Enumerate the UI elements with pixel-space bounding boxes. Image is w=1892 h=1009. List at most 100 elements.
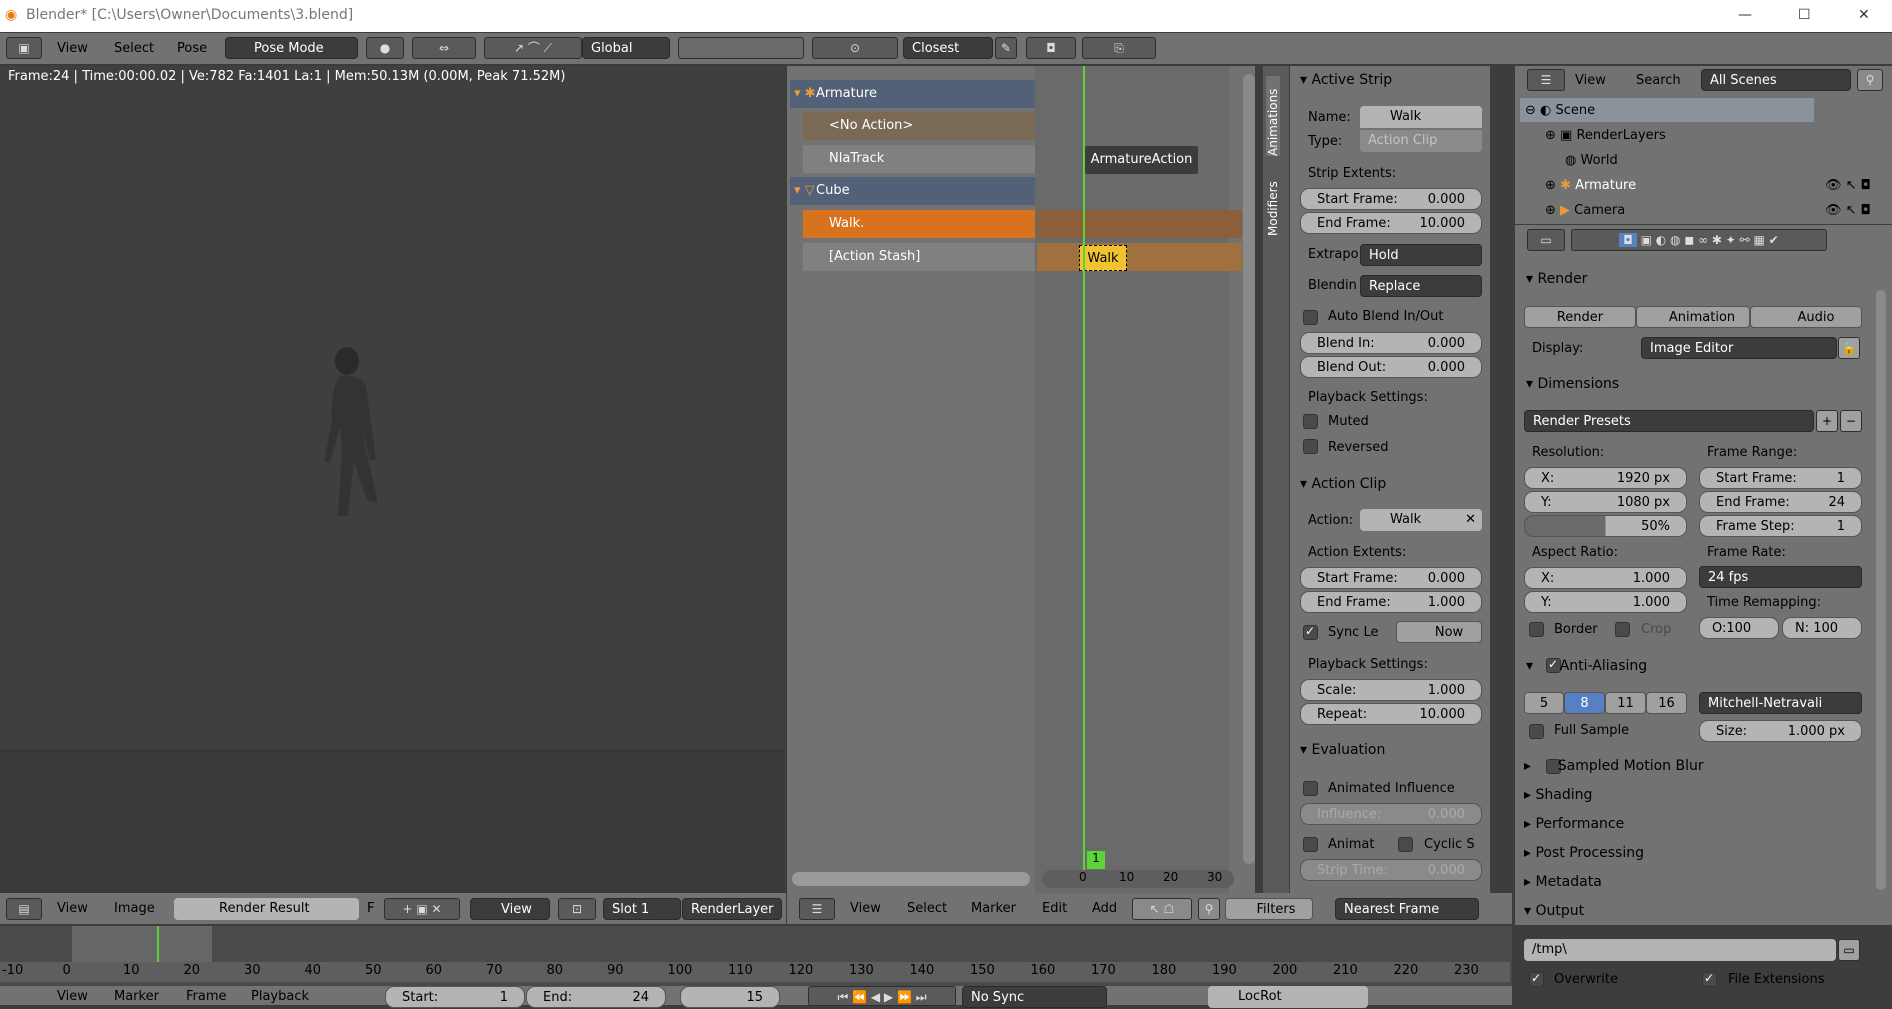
resolution-y-field[interactable]: Y: 1080 px [1524, 491, 1687, 513]
time-new-field[interactable]: N: 100 [1782, 617, 1862, 639]
snap-mode-select[interactable]: Nearest Frame [1335, 898, 1479, 920]
resolution-percentage-slider[interactable]: 50% [1524, 515, 1687, 537]
frame-rate-select[interactable]: 24 fps [1699, 566, 1862, 588]
renderlayers-item[interactable]: ⊕ ▣ RenderLayers [1545, 125, 1666, 147]
menu-marker[interactable]: Marker [114, 986, 159, 1008]
render-presets-select[interactable]: Render Presets [1524, 410, 1814, 432]
3d-viewport[interactable]: Frame:24 | Time:00:00.02 | Ve:782 Fa:140… [0, 66, 784, 749]
close-button[interactable]: ✕ [1858, 0, 1870, 30]
aa-samples-16[interactable]: 16 [1646, 692, 1687, 714]
audio-button[interactable]: Audio [1750, 306, 1862, 328]
post-processing-header[interactable]: ▸ Post Processing [1524, 842, 1864, 864]
animated-influence-checkbox[interactable] [1303, 781, 1318, 796]
image-editor[interactable] [0, 749, 784, 893]
menu-pose[interactable]: Pose [177, 38, 207, 60]
display-mode-select[interactable]: All Scenes [1701, 69, 1851, 91]
mode-select[interactable]: Pose Mode [225, 37, 358, 59]
tab-modifiers[interactable]: Modifiers [1266, 166, 1280, 236]
remove-preset-icon[interactable]: − [1840, 410, 1862, 432]
end-frame-field[interactable]: End Frame: 10.000 [1300, 212, 1482, 234]
blend-out-field[interactable]: Blend Out: 0.000 [1300, 356, 1482, 378]
render-layer-select[interactable]: RenderLayer [682, 898, 782, 920]
nla-scrollbar[interactable] [1243, 74, 1255, 864]
manipulator-icon[interactable]: ↗ ⌒ ⟋ [484, 37, 582, 59]
border-checkbox[interactable] [1529, 622, 1544, 637]
blend-in-field[interactable]: Blend In: 0.000 [1300, 332, 1482, 354]
end-field[interactable]: End: 24 [526, 986, 666, 1008]
properties-scrollbar[interactable] [1876, 290, 1886, 890]
evaluation-header[interactable]: ▾ Evaluation [1300, 739, 1385, 761]
image-name-field[interactable]: Render Result [174, 898, 359, 920]
shading-icon[interactable]: ● [366, 37, 404, 59]
render-panel-header[interactable]: ▾ Render [1526, 268, 1587, 290]
muted-checkbox[interactable] [1303, 414, 1318, 429]
aa-samples-5[interactable]: 5 [1524, 692, 1564, 714]
tab-animations[interactable]: Animations [1266, 76, 1280, 156]
dimensions-panel-header[interactable]: ▾ Dimensions [1526, 373, 1619, 395]
scale-field[interactable]: Scale: 1.000 [1300, 679, 1482, 701]
clear-icon[interactable]: ✕ [1465, 509, 1476, 531]
aspect-y-field[interactable]: Y: 1.000 [1524, 591, 1687, 613]
pivot-icon[interactable]: ⇔ [412, 37, 476, 59]
fake-user-toggle[interactable]: F [367, 898, 374, 920]
filters-button[interactable]: Filters [1225, 898, 1313, 920]
strip-type-select[interactable]: Action Clip [1360, 130, 1482, 152]
menu-edit[interactable]: Edit [1042, 898, 1067, 920]
active-strip-header[interactable]: ▾ Active Strip [1300, 69, 1392, 91]
strip-time-field[interactable]: Strip Time: 0.000 [1300, 859, 1482, 881]
full-sample-checkbox[interactable] [1529, 724, 1544, 739]
sampled-motion-blur-header[interactable]: ▸ Sampled Motion Blur [1524, 755, 1864, 777]
timeline[interactable]: -10 0 10 20 30 40 50 60 70 80 90 100 110 120 130 140 150… [0, 926, 1512, 1008]
proportional-icon[interactable]: ⊙ [812, 37, 898, 59]
keying-set-field[interactable]: LocRot [1208, 986, 1368, 1008]
camera-item[interactable]: ⊕ ▶ Camera [1545, 200, 1625, 222]
strip-walk[interactable]: Walk [1079, 245, 1127, 271]
performance-header[interactable]: ▸ Performance [1524, 813, 1864, 835]
minimize-button[interactable]: — [1738, 0, 1752, 30]
animation-button[interactable]: Animation [1636, 306, 1750, 328]
maximize-button[interactable]: ☐ [1798, 0, 1811, 30]
action-field[interactable]: Walk ✕ [1360, 509, 1482, 531]
extrapolation-select[interactable]: Hold [1360, 244, 1482, 266]
end-frame-field[interactable]: End Frame: 24 [1699, 491, 1862, 513]
display-select[interactable]: Image Editor [1641, 337, 1837, 359]
snap-target-select[interactable]: Closest [903, 37, 993, 59]
cyclic-strip-time-checkbox[interactable] [1398, 837, 1413, 852]
scene-item[interactable]: ⊖ ◐ Scene [1525, 100, 1595, 122]
overwrite-checkbox[interactable] [1529, 971, 1544, 987]
action-start-field[interactable]: Start Frame: 0.000 [1300, 567, 1482, 589]
action-clip-header[interactable]: ▾ Action Clip [1300, 473, 1386, 495]
filter-size-field[interactable]: Size: 1.000 px [1699, 720, 1862, 742]
resolution-x-field[interactable]: X: 1920 px [1524, 467, 1687, 489]
aa-filter-select[interactable]: Mitchell-Netravali [1699, 692, 1862, 714]
animated-time-checkbox[interactable] [1303, 837, 1318, 852]
pivot-icon[interactable]: ⊡ [558, 898, 596, 920]
menu-frame[interactable]: Frame [186, 986, 227, 1008]
crop-checkbox[interactable] [1615, 622, 1630, 637]
start-frame-field[interactable]: Start Frame: 0.000 [1300, 188, 1482, 210]
strip-name-field[interactable]: Walk [1360, 106, 1482, 128]
current-frame-line[interactable] [1083, 66, 1085, 874]
time-old-field[interactable]: O:100 [1699, 617, 1779, 639]
auto-blend-checkbox[interactable] [1303, 310, 1318, 325]
nla-strip-area[interactable] [1035, 66, 1229, 893]
orientation-select[interactable]: Global [582, 37, 670, 59]
world-item[interactable]: ◍ World [1565, 150, 1618, 172]
armature-item[interactable]: ⊕ ✱ Armature [1545, 175, 1636, 197]
render-icon[interactable]: ◘ [1026, 37, 1076, 59]
editor-type-icon[interactable]: ▤ [6, 898, 42, 920]
sync-length-checkbox[interactable] [1303, 624, 1318, 640]
view-select[interactable]: View [470, 898, 550, 920]
menu-view[interactable]: View [1575, 70, 1606, 92]
channel-action-stash[interactable]: [Action Stash] [803, 243, 1035, 271]
file-extensions-checkbox[interactable] [1702, 971, 1717, 987]
action-end-field[interactable]: End Frame: 1.000 [1300, 591, 1482, 613]
current-frame-line[interactable] [157, 926, 159, 962]
menu-marker[interactable]: Marker [971, 898, 1016, 920]
sync-now-button[interactable]: Now [1396, 621, 1482, 643]
channel-no-action[interactable]: <No Action> [803, 112, 1035, 140]
editor-type-icon[interactable]: ▣ [6, 37, 42, 59]
menu-search[interactable]: Search [1636, 70, 1681, 92]
editor-type-icon[interactable]: ☰ [1527, 69, 1565, 91]
nla-ruler[interactable]: 0 10 20 30 [1042, 870, 1234, 888]
